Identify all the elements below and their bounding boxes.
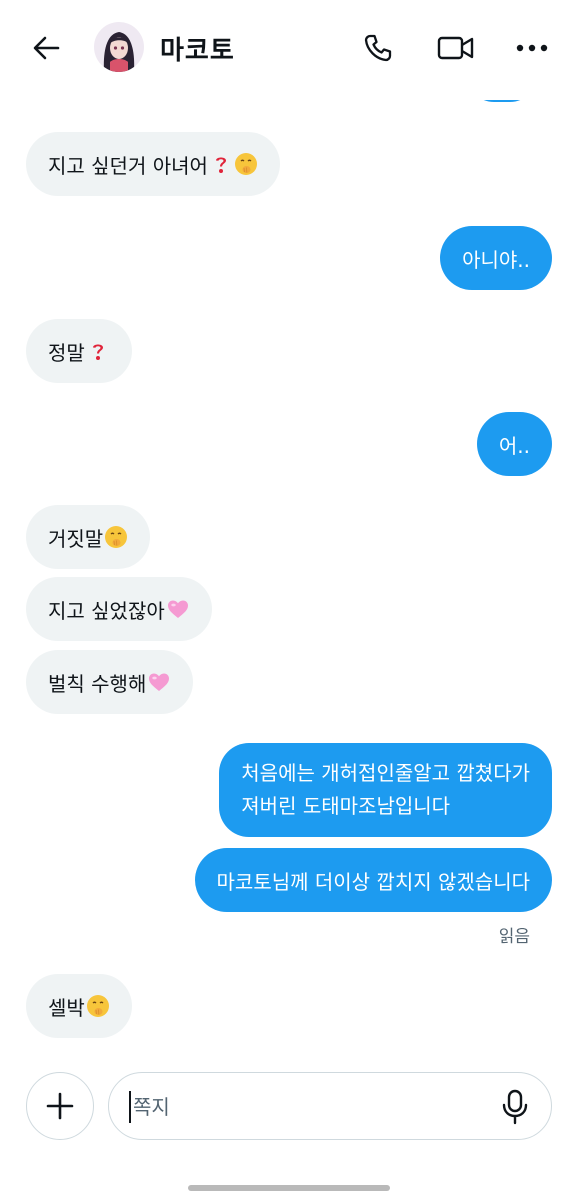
question-icon — [92, 344, 103, 360]
message-text: 어.. — [498, 433, 530, 458]
message-bubble[interactable]: 마코토님께 더이상 깝치지 않겠습니다 — [194, 848, 552, 912]
message-line: 처음에는 개허접인줄알고 깝쳤다가 — [241, 761, 530, 785]
shush-face-icon — [86, 995, 109, 1017]
video-icon — [437, 36, 474, 60]
more-icon — [516, 44, 548, 52]
message-bubble[interactable]: 정말 — [26, 319, 132, 383]
message-bubble[interactable]: 처음에는 개허접인줄알고 깝쳤다가 져버린 도태마조남입니다 — [219, 743, 552, 837]
message-text: 지고 싶던거 아녀어 — [48, 153, 208, 178]
microphone-icon — [502, 1089, 528, 1125]
message-text: 마코토님께 더이상 깝치지 않겠습니다 — [216, 869, 530, 894]
text-caret — [129, 1091, 131, 1123]
message-line: 져버린 도태마조남입니다 — [241, 794, 451, 818]
message-thread: 지고 싶던거 아녀어 아니야.. 정말 어.. 거짓말 지고 싶었잖아 벌칙 수… — [0, 0, 578, 1200]
back-button[interactable] — [26, 28, 66, 68]
phone-icon — [364, 34, 392, 62]
contact-name[interactable]: 마코토 — [160, 30, 235, 67]
composer — [0, 1060, 578, 1200]
dm-screen: 지고 싶던거 아녀어 아니야.. 정말 어.. 거짓말 지고 싶었잖아 벌칙 수… — [0, 0, 578, 1200]
call-button[interactable] — [358, 28, 398, 68]
more-options-button[interactable] — [512, 28, 552, 68]
question-icon — [215, 157, 226, 173]
message-bubble[interactable]: 아니야.. — [440, 226, 552, 290]
message-bubble[interactable]: 거짓말 — [26, 505, 151, 569]
message-text: 벌칙 수행해 — [48, 671, 147, 696]
message-bubble[interactable]: 셀박 — [26, 974, 132, 1038]
message-bubble[interactable]: 어.. — [476, 412, 552, 476]
message-text: 거짓말 — [48, 526, 104, 551]
message-bubble[interactable]: 지고 싶던거 아녀어 — [26, 132, 280, 196]
pink-heart-icon — [167, 600, 188, 618]
message-text: 셀박 — [48, 995, 85, 1020]
avatar-image — [94, 22, 144, 72]
shush-face-icon — [105, 526, 128, 548]
voice-message-button[interactable] — [495, 1087, 535, 1127]
message-text: 지고 싶었잖아 — [48, 598, 165, 623]
read-status: 읽음 — [498, 927, 530, 947]
message-bubble[interactable]: 벌칙 수행해 — [26, 650, 194, 714]
home-indicator — [188, 1185, 390, 1191]
message-input[interactable] — [133, 1085, 473, 1129]
pink-heart-icon — [149, 673, 170, 691]
avatar[interactable] — [94, 22, 144, 72]
message-text: 정말 — [48, 340, 85, 365]
add-media-button[interactable] — [26, 1072, 94, 1140]
message-input-container[interactable] — [108, 1072, 552, 1140]
plus-icon — [46, 1092, 74, 1120]
video-call-button[interactable] — [436, 28, 476, 68]
shush-face-icon — [234, 153, 257, 175]
back-arrow-icon — [33, 36, 60, 60]
conversation-header: 마코토 — [0, 0, 578, 100]
message-bubble[interactable]: 지고 싶었잖아 — [26, 577, 212, 641]
message-text: 아니야.. — [462, 247, 530, 272]
